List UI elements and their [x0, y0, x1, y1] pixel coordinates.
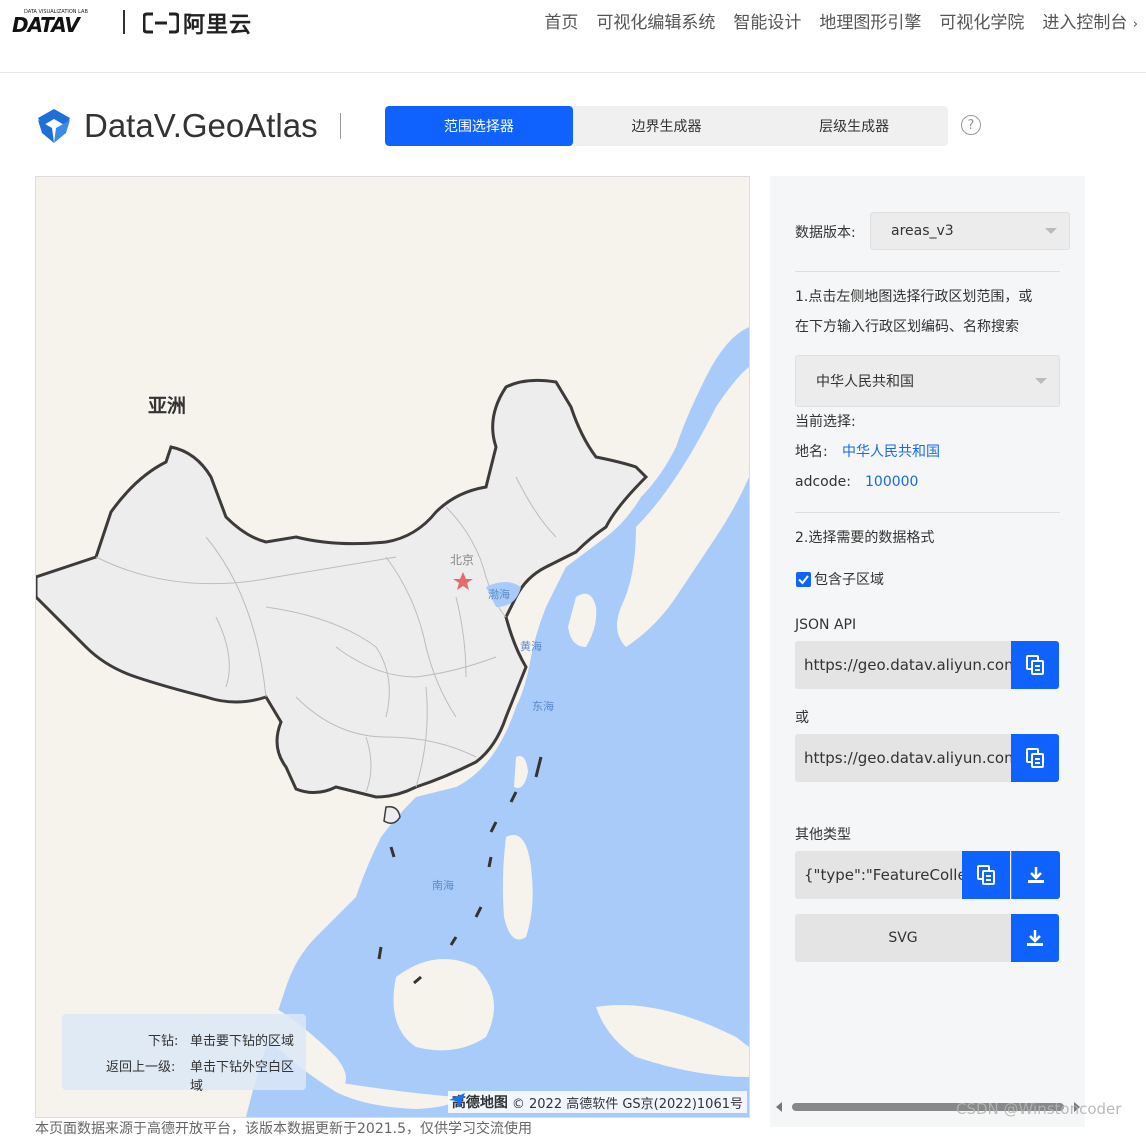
copy-icon	[977, 865, 995, 885]
philippines-landmass	[502, 835, 533, 940]
json-api-url-2: https://geo.datav.aliyun.com/areas_v3/bo…	[804, 749, 1011, 767]
json-api-url-field-2[interactable]: https://geo.datav.aliyun.com/areas_v3/bo…	[795, 734, 1011, 782]
version-select[interactable]: areas_v3	[870, 212, 1070, 250]
check-icon	[798, 575, 809, 585]
include-children-checkbox[interactable]	[796, 572, 811, 587]
aliyun-text: 阿里云	[183, 13, 253, 38]
huanghai-label: 黄海	[520, 640, 542, 653]
chevron-right-icon: ›	[1132, 17, 1138, 32]
copy-api-1-button[interactable]	[1011, 641, 1059, 689]
chevron-down-icon	[1045, 228, 1057, 234]
footer-note: 本页面数据来源于高德开放平台，该版本数据更新于2021.5，仅供学习交流使用	[35, 1121, 532, 1137]
tab-boundary-generator[interactable]: 边界生成器	[573, 106, 761, 146]
beijing-label: 北京	[450, 553, 475, 567]
copy-icon	[1026, 655, 1044, 675]
step1-line1: 1.点击左侧地图选择行政区划范围，或	[795, 289, 1033, 305]
step1-line2: 在下方输入行政区划编码、名称搜索	[795, 319, 1019, 335]
geoatlas-brand[interactable]: DataV.GeoAtlas	[34, 106, 318, 146]
svg-label: SVG	[888, 930, 918, 946]
map-copyright: © 2022 高德软件 GS京(2022)1061号	[511, 1096, 743, 1112]
step2-label: 2.选择需要的数据格式	[795, 530, 935, 546]
brand-title: DataV.GeoAtlas	[84, 107, 318, 144]
korea-landmass	[568, 593, 597, 647]
taiwan-landmass	[514, 756, 528, 788]
nanhai-label: 南海	[432, 879, 454, 892]
nav-home[interactable]: 首页	[544, 8, 578, 33]
svg-format: SVG	[795, 914, 1011, 962]
brand-divider	[340, 113, 341, 139]
chevron-down-icon	[1035, 378, 1047, 384]
include-children-label[interactable]: 包含子区域	[814, 565, 884, 595]
hint-drill-value: 单击要下钻的区域	[190, 1034, 295, 1049]
aliyun-icon	[143, 12, 179, 34]
download-svg-button[interactable]	[1011, 914, 1059, 962]
or-label: 或	[795, 710, 809, 726]
download-geojson-button[interactable]	[1011, 851, 1060, 899]
divider	[795, 271, 1060, 272]
region-select-value: 中华人民共和国	[816, 374, 914, 390]
json-api-label: JSON API	[795, 617, 857, 633]
hint-up-value: 单击下钻外空白区域	[190, 1060, 295, 1094]
nav-smart-design[interactable]: 智能设计	[733, 8, 801, 33]
scroll-left-icon	[776, 1102, 782, 1112]
map-attribution: 高德地图 © 2022 高德软件 GS京(2022)1061号	[447, 1091, 747, 1113]
json-api-url-field[interactable]: https://geo.datav.aliyun.com/areas_v3/bo…	[795, 641, 1011, 689]
nav-editor[interactable]: 可视化编辑系统	[596, 8, 715, 33]
copy-icon	[1026, 748, 1044, 768]
download-icon	[1027, 930, 1043, 946]
hint-drill-key: 下钻:	[148, 1034, 179, 1049]
bohai-label: 渤海	[488, 588, 510, 601]
name-label: 地名:	[795, 444, 828, 460]
copy-geojson-button[interactable]	[962, 851, 1010, 899]
other-types-label: 其他类型	[795, 827, 851, 843]
name-value: 中华人民共和国	[842, 444, 940, 460]
map-hint: 下钻: 单击要下钻的区域 返回上一级: 单击下钻外空白区域	[62, 1014, 306, 1094]
brand-logo-text: DATAV	[12, 13, 81, 34]
donghai-label: 东海	[532, 700, 554, 713]
watermark: CSDN @Winstoncoder	[956, 1100, 1122, 1118]
adcode-label: adcode:	[795, 474, 851, 490]
region-select[interactable]: 中华人民共和国	[795, 355, 1060, 407]
borneo-landmass	[393, 959, 494, 1051]
map-canvas[interactable]	[36, 177, 749, 1117]
tool-tabs: 范围选择器 边界生成器 层级生成器	[385, 106, 948, 146]
java-landmass	[336, 1082, 456, 1109]
geojson-field[interactable]: {"type":"FeatureCollection","features":[…	[795, 851, 962, 899]
logo-divider	[123, 10, 125, 34]
datav-geoatlas-logo-icon	[38, 109, 70, 143]
amap-logo-icon	[448, 1093, 465, 1108]
new-guinea-landmass	[596, 1005, 749, 1077]
download-icon	[1028, 867, 1044, 883]
nav-geo-engine[interactable]: 地理图形引擎	[819, 8, 921, 33]
tab-level-generator[interactable]: 层级生成器	[760, 106, 948, 146]
datav-logo[interactable]: DATA VISUALIZATION LAB DATAV	[12, 6, 108, 34]
divider	[795, 512, 1060, 513]
top-navbar: DATA VISUALIZATION LAB DATAV 阿里云 首页 可视化编…	[0, 0, 1146, 73]
geojson-value: {"type":"FeatureCollection","features":[…	[804, 866, 962, 884]
version-select-value: areas_v3	[891, 223, 954, 239]
settings-panel: 数据版本: areas_v3 1.点击左侧地图选择行政区划范围，或 在下方输入行…	[770, 176, 1085, 1127]
nav-console[interactable]: 进入控制台 ›	[1042, 8, 1138, 33]
json-api-url-1: https://geo.datav.aliyun.com/areas_v3/bo…	[804, 656, 1011, 674]
hint-up-key: 返回上一级:	[106, 1060, 176, 1075]
aliyun-logo[interactable]: 阿里云	[143, 8, 252, 38]
main-nav: 首页 可视化编辑系统 智能设计 地理图形引擎 可视化学院 进入控制台 ›	[544, 8, 1138, 33]
adcode-value: 100000	[865, 474, 919, 490]
tab-range-selector[interactable]: 范围选择器	[385, 106, 573, 146]
current-selection-label: 当前选择:	[795, 414, 856, 430]
nav-academy[interactable]: 可视化学院	[939, 8, 1024, 33]
help-icon[interactable]: ?	[961, 115, 981, 135]
version-label: 数据版本:	[795, 225, 856, 241]
map-view[interactable]: 亚洲 北京 渤海 黄海 东海 南海 下钻: 单击要下钻的区域 返回上一级: 单击…	[35, 176, 750, 1118]
asia-label: 亚洲	[148, 395, 187, 417]
copy-api-2-button[interactable]	[1011, 734, 1059, 782]
nav-console-label: 进入控制台	[1042, 13, 1128, 33]
